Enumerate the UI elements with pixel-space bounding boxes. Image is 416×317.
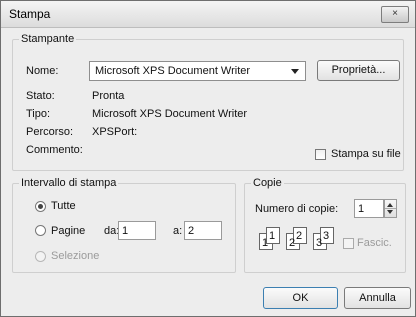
printer-group-legend: Stampante [21,33,75,45]
print-to-file-label: Stampa su file [331,148,401,160]
close-button[interactable]: × [381,6,409,23]
copies-count-value: 1 [358,203,365,215]
printer-name-value: Microsoft XPS Document Writer [95,65,251,77]
range-to-value: 2 [188,225,195,237]
range-pages-radio[interactable] [35,225,46,236]
spin-up-icon [387,203,393,207]
chevron-down-icon [291,69,299,74]
type-label: Tipo: [26,108,51,120]
copies-group: Copie [244,177,406,273]
title-bar: Stampa × [1,1,415,28]
dialog-title: Stampa [9,7,51,21]
close-icon: × [392,8,398,19]
range-to-input[interactable]: 2 [184,221,222,240]
printer-name-select[interactable]: Microsoft XPS Document Writer [89,61,306,81]
range-from-label: da: [104,225,120,237]
path-value: XPSPort: [92,126,138,138]
properties-button[interactable]: Proprietà... [317,60,400,81]
print-range-legend: Intervallo di stampa [21,177,117,189]
spin-down-icon [387,210,393,214]
collate-page-number: 3 [323,230,330,242]
status-label: Stato: [26,90,55,102]
cancel-button[interactable]: Annulla [344,287,411,309]
print-to-file-checkbox[interactable] [315,149,326,160]
collate-checkbox[interactable] [343,238,354,249]
copies-count-input[interactable]: 1 [354,199,384,218]
range-all-label: Tutte [51,200,76,212]
status-value: Pronta [92,90,125,102]
collate-page-number: 2 [296,230,303,242]
ok-button[interactable]: OK [263,287,338,309]
collate-page-number: 3 [316,237,323,249]
printer-name-label: Nome: [26,65,59,77]
path-label: Percorso: [26,126,74,138]
collate-label: Fascic. [357,237,392,249]
collate-page-number: 1 [269,230,276,242]
comment-label: Commento: [26,144,83,156]
range-from-value: 1 [122,225,129,237]
radio-selected-dot [38,204,43,209]
range-pages-label: Pagine [51,225,86,237]
copies-spinner[interactable] [384,199,397,218]
copies-legend: Copie [253,177,282,189]
range-selection-radio[interactable] [35,251,46,262]
type-value: Microsoft XPS Document Writer [92,108,248,120]
collate-page-number: 1 [262,237,269,249]
range-selection-label: Selezione [51,250,100,262]
collate-page-number: 2 [289,237,296,249]
range-to-label: a: [173,225,183,237]
range-all-radio[interactable] [35,201,46,212]
copies-count-label: Numero di copie: [255,203,339,215]
range-from-input[interactable]: 1 [118,221,156,240]
print-dialog: Stampa × Stampante Nome: Microsoft XPS D… [0,0,416,317]
